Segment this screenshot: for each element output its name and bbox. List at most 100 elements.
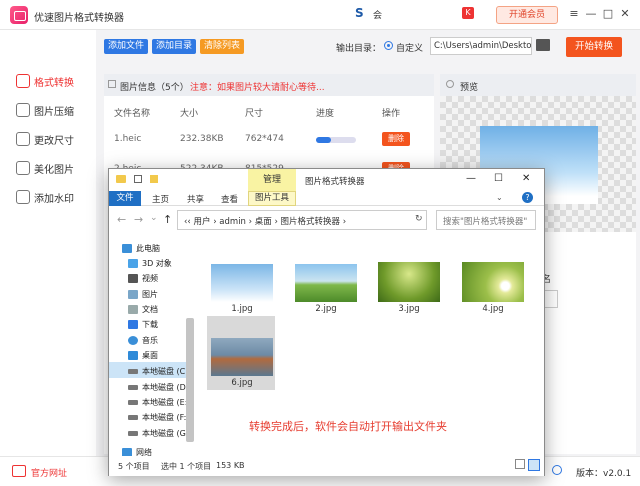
progress-bar [316, 137, 356, 143]
maximize-button[interactable]: □ [601, 6, 615, 22]
col-size: 大小 [180, 109, 199, 119]
output-label: 输出目录： [336, 44, 382, 54]
explorer-maximize-button[interactable]: ☐ [494, 173, 503, 184]
folder-icon[interactable] [536, 39, 550, 51]
ribbon-collapse-icon[interactable]: ⌄ [496, 193, 503, 202]
nav-item-drive-c[interactable]: 本地磁盘 (C: [128, 366, 188, 377]
file-name[interactable]: 2.jpg [295, 304, 357, 314]
sidebar-item-label: 图片压缩 [34, 106, 74, 118]
nav-label: 图片 [142, 290, 158, 299]
app-title: 优速图片格式转换器 [34, 13, 124, 24]
nav-label: 本地磁盘 (F: [142, 413, 187, 422]
explorer-minimize-button[interactable]: — [466, 173, 476, 184]
file-thumbnail[interactable] [211, 338, 273, 376]
clear-list-button[interactable]: 清除列表 [200, 39, 244, 54]
preview-title: 预览 [460, 83, 479, 93]
download-icon [128, 320, 138, 329]
nav-item-pc[interactable]: 此电脑 [122, 243, 160, 254]
address-bar[interactable]: ‹‹ 用户 › admin › 桌面 › 图片格式转换器 › [177, 210, 427, 230]
details-view-icon[interactable] [515, 459, 525, 469]
drive-icon [128, 400, 138, 405]
selected-count: 选中 1 个项目 [161, 462, 212, 471]
tab-view[interactable]: 查看 [221, 193, 238, 205]
info-warning: 注意：如果图片较大请耐心等待... [190, 83, 325, 93]
preview-icon [446, 80, 454, 88]
website-icon [12, 465, 26, 477]
nav-item-drive-d[interactable]: 本地磁盘 (D: [128, 382, 189, 393]
explorer-close-button[interactable]: ✕ [522, 173, 530, 184]
file-thumbnail[interactable] [211, 264, 273, 302]
properties-icon[interactable] [134, 175, 142, 183]
sidebar-item-watermark[interactable]: 添加水印 [16, 189, 74, 205]
3d-objects-icon [128, 259, 138, 268]
file-thumbnail[interactable] [378, 262, 440, 302]
file-name[interactable]: 6.jpg [211, 378, 273, 388]
start-convert-button[interactable]: 开始转换 [566, 37, 622, 57]
drive-icon [128, 385, 138, 390]
add-folder-button[interactable]: 添加目录 [152, 39, 196, 54]
row-name: 1.heic [114, 134, 142, 144]
nav-item-music[interactable]: 音乐 [128, 335, 158, 346]
pc-icon [122, 244, 132, 253]
vip-button[interactable]: 开通会员 [496, 6, 558, 24]
website-link[interactable]: 官方网址 [31, 466, 67, 479]
tab-picture-tools[interactable]: 图片工具 [248, 191, 296, 206]
nav-label: 此电脑 [136, 244, 160, 253]
nav-label: 桌面 [142, 351, 158, 360]
sidebar-item-beautify[interactable]: 美化图片 [16, 160, 74, 176]
file-name[interactable]: 3.jpg [378, 304, 440, 314]
app-logo-icon [10, 6, 28, 24]
tab-share[interactable]: 共享 [187, 193, 204, 205]
help-icon[interactable]: ? [522, 192, 533, 203]
tab-file[interactable]: 文件 [109, 191, 141, 206]
up-icon[interactable]: ↑ [163, 213, 172, 226]
nav-label: 音乐 [142, 336, 158, 345]
minimize-button[interactable]: — [584, 6, 598, 22]
s-logo-icon: S [355, 6, 364, 20]
recent-icon[interactable]: ⌄ [150, 213, 158, 223]
file-thumbnail[interactable] [462, 262, 524, 302]
back-icon[interactable]: ← [117, 213, 126, 226]
custom-radio[interactable] [384, 41, 393, 50]
nav-item-drive-f[interactable]: 本地磁盘 (F: [128, 412, 186, 423]
nav-item-documents[interactable]: 文档 [128, 304, 158, 315]
navigation-pane [109, 236, 197, 456]
close-button[interactable]: ✕ [618, 6, 632, 22]
refresh-icon[interactable]: ↻ [415, 214, 423, 224]
file-name[interactable]: 4.jpg [462, 304, 524, 314]
nav-item-pictures[interactable]: 图片 [128, 289, 158, 300]
nav-label: 本地磁盘 (E: [142, 398, 188, 407]
nav-label: 视频 [142, 274, 158, 283]
tab-home[interactable]: 主页 [152, 193, 169, 205]
nav-item-drive-g[interactable]: 本地磁盘 (G: [128, 428, 189, 439]
new-folder-icon[interactable] [150, 175, 158, 183]
manage-tab[interactable]: 管理 [248, 169, 296, 191]
sidebar-item-compress[interactable]: 图片压缩 [16, 102, 74, 118]
large-icons-view-icon[interactable] [528, 459, 540, 471]
row-size: 232.38KB [180, 134, 224, 144]
nav-item-desktop[interactable]: 桌面 [128, 350, 158, 361]
sidebar-item-label: 美化图片 [34, 164, 74, 176]
search-input[interactable]: 搜索"图片格式转换器" [436, 210, 536, 230]
file-name[interactable]: 1.jpg [211, 304, 273, 314]
output-path-field[interactable]: C:\Users\admin\Deskto [430, 37, 532, 55]
lang-label[interactable]: 会 [373, 8, 382, 21]
menu-icon[interactable]: ≡ [567, 6, 581, 22]
sidebar-item-resize[interactable]: 更改尺寸 [16, 131, 74, 147]
forward-icon[interactable]: → [134, 213, 143, 226]
add-file-button[interactable]: 添加文件 [104, 39, 148, 54]
promo-icon[interactable]: K [462, 7, 474, 19]
resize-icon [16, 132, 30, 146]
nav-scrollbar[interactable] [186, 318, 194, 442]
nav-label: 3D 对象 [142, 259, 172, 268]
sidebar-item-convert[interactable]: 格式转换 [16, 73, 74, 89]
nav-item-drive-e[interactable]: 本地磁盘 (E: [128, 397, 187, 408]
explorer-title: 图片格式转换器 [305, 177, 365, 187]
file-thumbnail[interactable] [295, 264, 357, 302]
pictures-icon [128, 290, 138, 299]
nav-item-downloads[interactable]: 下载 [128, 319, 158, 330]
col-action: 操作 [382, 109, 401, 119]
nav-item-3d[interactable]: 3D 对象 [128, 258, 172, 269]
delete-button[interactable]: 删除 [382, 132, 410, 146]
nav-item-video[interactable]: 视频 [128, 273, 158, 284]
